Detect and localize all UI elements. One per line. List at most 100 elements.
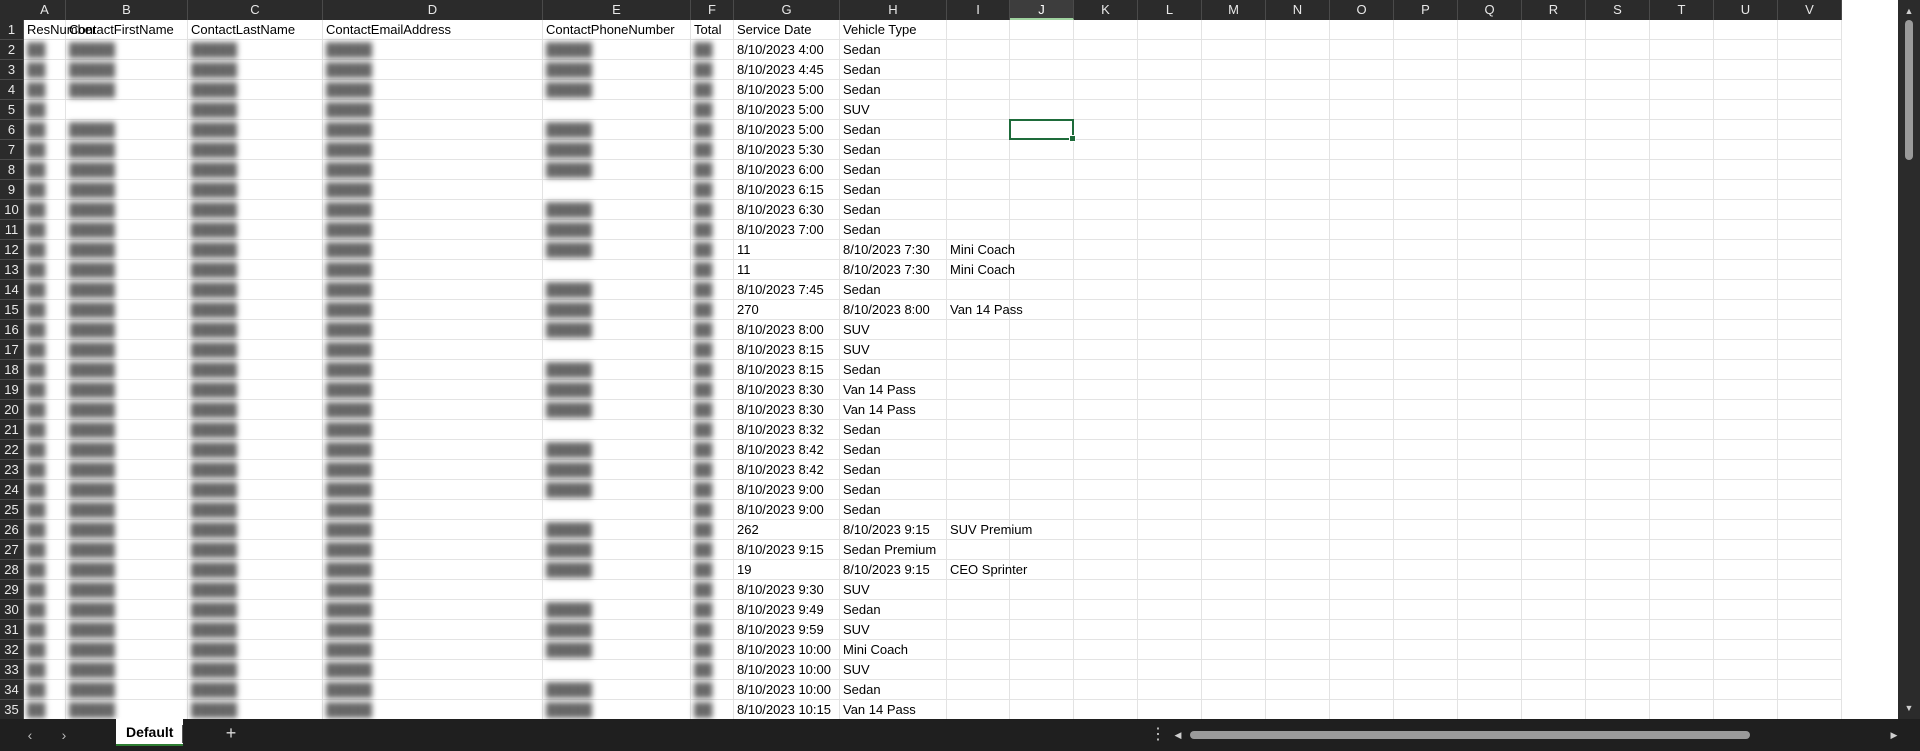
cell[interactable]: ██ bbox=[691, 300, 734, 320]
cell[interactable]: █████ bbox=[188, 260, 323, 280]
cell[interactable] bbox=[1522, 640, 1586, 660]
cell[interactable] bbox=[1138, 200, 1202, 220]
cell[interactable] bbox=[1522, 160, 1586, 180]
cell[interactable] bbox=[1394, 280, 1458, 300]
cell[interactable] bbox=[947, 160, 1010, 180]
cell[interactable]: █████ bbox=[323, 60, 543, 80]
column-header-n[interactable]: N bbox=[1266, 0, 1330, 20]
cell[interactable]: █████ bbox=[543, 300, 691, 320]
cell[interactable] bbox=[1330, 120, 1394, 140]
cell[interactable] bbox=[1330, 300, 1394, 320]
cell[interactable] bbox=[1010, 20, 1074, 40]
cell[interactable]: █████ bbox=[323, 140, 543, 160]
cell[interactable]: ██ bbox=[691, 380, 734, 400]
column-header-e[interactable]: E bbox=[543, 0, 691, 20]
cell[interactable]: ██ bbox=[24, 340, 66, 360]
cell[interactable] bbox=[1714, 660, 1778, 680]
cell[interactable] bbox=[1138, 540, 1202, 560]
cell[interactable] bbox=[1522, 300, 1586, 320]
cell[interactable]: SUV bbox=[840, 340, 947, 360]
cell[interactable] bbox=[1650, 240, 1714, 260]
cell[interactable] bbox=[1202, 680, 1266, 700]
cell[interactable] bbox=[947, 620, 1010, 640]
cell[interactable] bbox=[1330, 580, 1394, 600]
cell[interactable] bbox=[1074, 220, 1138, 240]
column-header-i[interactable]: I bbox=[947, 0, 1010, 20]
scroll-left-icon[interactable]: ◀ bbox=[1172, 729, 1184, 741]
cell[interactable]: SUV bbox=[840, 100, 947, 120]
cell[interactable] bbox=[947, 60, 1010, 80]
cell[interactable]: █████ bbox=[543, 640, 691, 660]
cell[interactable]: ██ bbox=[24, 460, 66, 480]
cell[interactable]: ██ bbox=[691, 40, 734, 60]
cell[interactable]: █████ bbox=[543, 240, 691, 260]
cell[interactable] bbox=[1202, 340, 1266, 360]
cell[interactable]: █████ bbox=[543, 220, 691, 240]
cell[interactable] bbox=[1714, 340, 1778, 360]
cell[interactable] bbox=[1394, 320, 1458, 340]
cell[interactable] bbox=[947, 120, 1010, 140]
cell[interactable] bbox=[1010, 580, 1074, 600]
cell[interactable]: ██ bbox=[24, 160, 66, 180]
cell[interactable]: Sedan bbox=[840, 80, 947, 100]
cell[interactable] bbox=[1266, 380, 1330, 400]
cell[interactable] bbox=[1138, 620, 1202, 640]
cell[interactable] bbox=[1458, 180, 1522, 200]
cell[interactable]: █████ bbox=[188, 380, 323, 400]
vertical-scroll-thumb[interactable] bbox=[1905, 20, 1913, 160]
cell[interactable] bbox=[1330, 40, 1394, 60]
cell[interactable]: █████ bbox=[543, 560, 691, 580]
cell[interactable] bbox=[1330, 420, 1394, 440]
cell[interactable] bbox=[1778, 100, 1842, 120]
cell[interactable]: ██ bbox=[691, 180, 734, 200]
cell[interactable]: █████ bbox=[66, 320, 188, 340]
cell[interactable] bbox=[1778, 300, 1842, 320]
cell[interactable] bbox=[1586, 400, 1650, 420]
cell[interactable]: █████ bbox=[66, 200, 188, 220]
cell[interactable] bbox=[1138, 320, 1202, 340]
cell[interactable]: Sedan bbox=[840, 500, 947, 520]
cell[interactable] bbox=[1394, 240, 1458, 260]
cell[interactable] bbox=[1330, 220, 1394, 240]
cell[interactable]: ██ bbox=[24, 700, 66, 719]
cell[interactable]: ██ bbox=[691, 120, 734, 140]
cell[interactable]: █████ bbox=[66, 160, 188, 180]
row-header[interactable]: 22 bbox=[0, 440, 24, 460]
cell[interactable] bbox=[1778, 120, 1842, 140]
cell[interactable] bbox=[1458, 420, 1522, 440]
cell[interactable] bbox=[1138, 140, 1202, 160]
cell[interactable]: 8/10/2023 7:30 bbox=[840, 240, 947, 260]
cell[interactable] bbox=[1074, 700, 1138, 719]
cell[interactable]: Sedan bbox=[840, 180, 947, 200]
cell[interactable] bbox=[1458, 320, 1522, 340]
cell[interactable]: █████ bbox=[323, 520, 543, 540]
cell[interactable] bbox=[947, 20, 1010, 40]
active-cell-selection[interactable] bbox=[1009, 119, 1076, 142]
cell[interactable]: █████ bbox=[323, 460, 543, 480]
cell[interactable]: ██ bbox=[691, 480, 734, 500]
cell[interactable]: █████ bbox=[66, 220, 188, 240]
cell[interactable] bbox=[1458, 500, 1522, 520]
cell[interactable] bbox=[1074, 620, 1138, 640]
cell[interactable] bbox=[1202, 440, 1266, 460]
cell[interactable] bbox=[1330, 320, 1394, 340]
cell[interactable] bbox=[1202, 460, 1266, 480]
cell[interactable]: ██ bbox=[691, 60, 734, 80]
cell[interactable] bbox=[1522, 560, 1586, 580]
cell[interactable] bbox=[1458, 640, 1522, 660]
cell[interactable] bbox=[543, 660, 691, 680]
cell[interactable] bbox=[1650, 260, 1714, 280]
cell[interactable] bbox=[1714, 460, 1778, 480]
column-header-g[interactable]: G bbox=[734, 0, 840, 20]
cell[interactable]: Sedan bbox=[840, 440, 947, 460]
cell[interactable] bbox=[1778, 520, 1842, 540]
cell[interactable]: █████ bbox=[323, 440, 543, 460]
cell[interactable] bbox=[1778, 700, 1842, 719]
cell[interactable]: ██ bbox=[691, 580, 734, 600]
cell[interactable]: █████ bbox=[543, 600, 691, 620]
cell[interactable] bbox=[1650, 680, 1714, 700]
cell[interactable] bbox=[1202, 320, 1266, 340]
cell[interactable] bbox=[1138, 40, 1202, 60]
cell[interactable] bbox=[1138, 220, 1202, 240]
cell[interactable] bbox=[1138, 560, 1202, 580]
